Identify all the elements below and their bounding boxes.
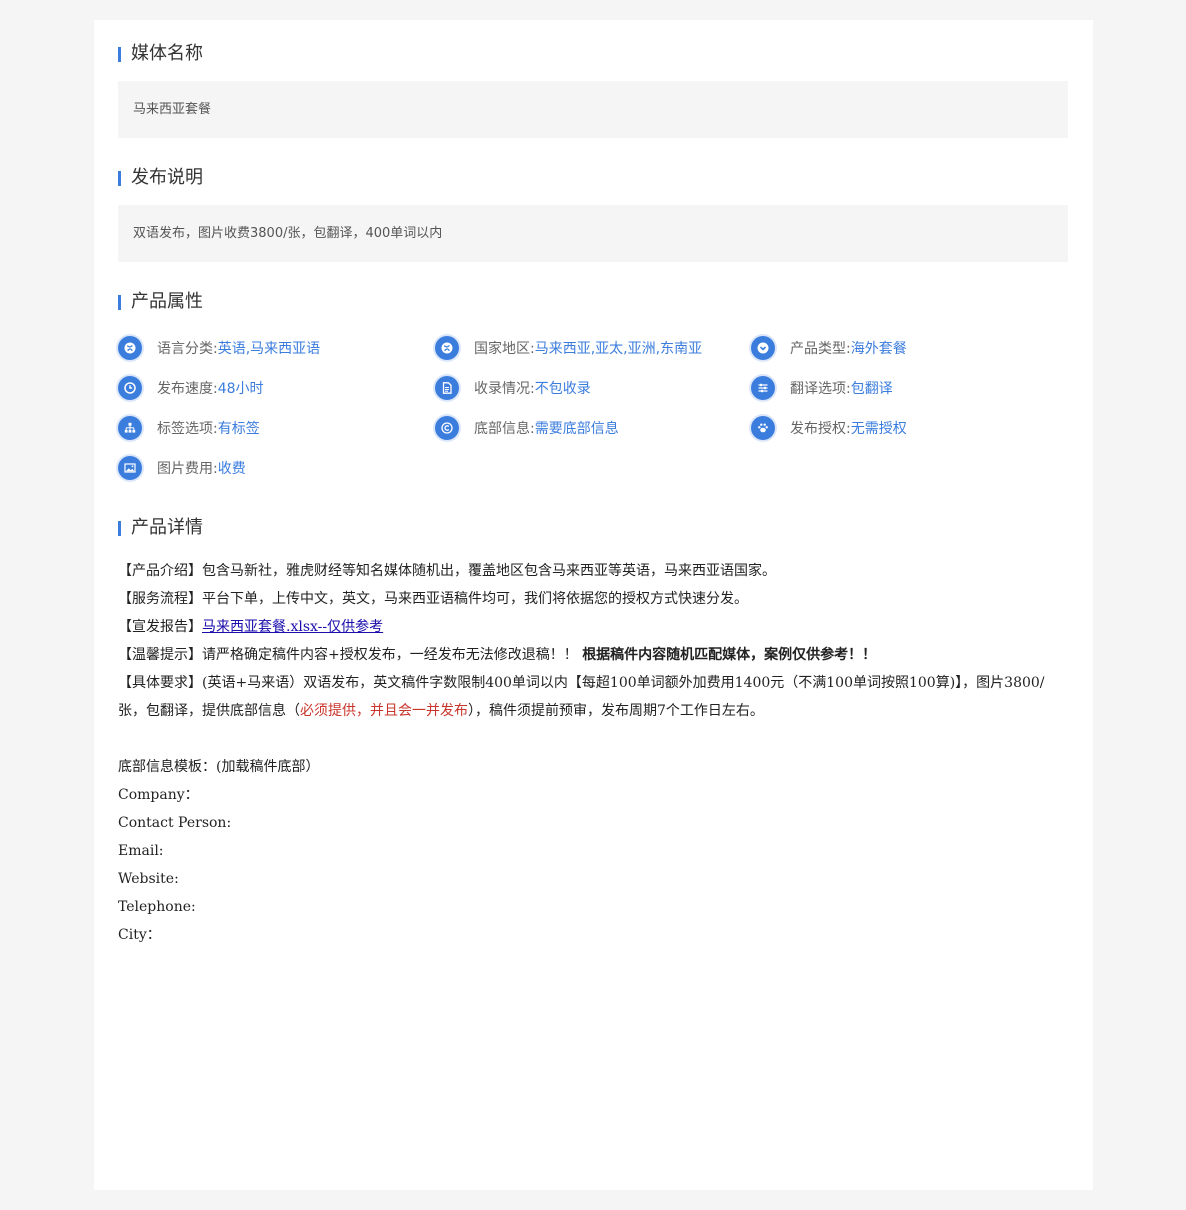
- attr-value: 不包收录: [534, 381, 591, 397]
- globe-icon: [118, 336, 142, 360]
- attr-label: 语言分类:: [157, 341, 218, 357]
- details-report: 【宣发报告】马来西亚套餐.xlsx--仅供参考: [118, 613, 1068, 641]
- publish-notes-heading: 发布说明: [118, 167, 203, 189]
- details-heading: 产品详情: [118, 517, 203, 539]
- attr-speed: 发布速度: 48小时: [118, 375, 264, 401]
- attr-indexing: 收录情况: 不包收录: [435, 375, 591, 401]
- attr-value: 48小时: [217, 381, 264, 397]
- attr-label: 产品类型:: [790, 341, 851, 357]
- attr-label: 发布授权:: [790, 421, 851, 437]
- chevron-down-circle-icon: [751, 336, 775, 360]
- req-part2: ），稿件须提前预审，发布周期7个工作日左右。: [468, 703, 764, 719]
- footer-website: Website:: [118, 871, 179, 887]
- sitemap-icon: [118, 416, 142, 440]
- details-intro: 【产品介绍】包含马新社，雅虎财经等知名媒体随机出，覆盖地区包含马来西亚等英语，马…: [118, 563, 776, 579]
- req-red: 必须提供，并且会一并发布: [300, 703, 468, 719]
- details-process: 【服务流程】平台下单，上传中文，英文，马来西亚语稿件均可，我们将依据您的授权方式…: [118, 591, 748, 607]
- attr-label: 标签选项:: [157, 421, 218, 437]
- attr-value: 无需授权: [850, 421, 907, 437]
- footer-company: Company：: [118, 787, 199, 803]
- attr-tags: 标签选项: 有标签: [118, 415, 260, 441]
- details-body: 【产品介绍】包含马新社，雅虎财经等知名媒体随机出，覆盖地区包含马来西亚等英语，马…: [118, 557, 1068, 949]
- attr-language: 语言分类: 英语,马来西亚语: [118, 335, 320, 361]
- footer-template-label: 底部信息模板：(加载稿件底部）: [118, 759, 320, 775]
- tips-prefix: 【温馨提示】请严格确定稿件内容+授权发布，一经发布无法修改退稿！！: [118, 647, 578, 663]
- copyright-icon: [435, 416, 459, 440]
- attr-label: 翻译选项:: [790, 381, 851, 397]
- attr-value: 需要底部信息: [534, 421, 619, 437]
- details-tips: 【温馨提示】请严格确定稿件内容+授权发布，一经发布无法修改退稿！！ 根据稿件内容…: [118, 641, 1068, 669]
- attr-value: 包翻译: [850, 381, 893, 397]
- media-name-value: 马来西亚套餐: [118, 81, 1068, 138]
- media-name-heading: 媒体名称: [118, 43, 203, 65]
- clock-icon: [118, 376, 142, 400]
- sliders-icon: [751, 376, 775, 400]
- attr-authorization: 发布授权: 无需授权: [751, 415, 907, 441]
- attr-label: 收录情况:: [474, 381, 535, 397]
- footer-contact: Contact Person:: [118, 815, 232, 831]
- attr-footer-info: 底部信息: 需要底部信息: [435, 415, 619, 441]
- attr-label: 国家地区:: [474, 341, 535, 357]
- attributes-heading: 产品属性: [118, 291, 203, 313]
- attr-translation: 翻译选项: 包翻译: [751, 375, 893, 401]
- publish-notes-value: 双语发布，图片收费3800/张，包翻译，400单词以内: [118, 205, 1068, 262]
- footer-telephone: Telephone:: [118, 899, 196, 915]
- attr-region: 国家地区: 马来西亚,亚太,亚洲,东南亚: [435, 335, 702, 361]
- footer-city: City：: [118, 927, 161, 943]
- attr-value: 有标签: [217, 421, 260, 437]
- image-icon: [118, 456, 142, 480]
- attr-label: 图片费用:: [157, 461, 218, 477]
- attr-value: 英语,马来西亚语: [217, 341, 321, 357]
- report-download-link[interactable]: 马来西亚套餐.xlsx--仅供参考: [202, 619, 383, 635]
- attr-value: 马来西亚,亚太,亚洲,东南亚: [534, 341, 703, 357]
- paw-icon: [751, 416, 775, 440]
- details-requirements: 【具体要求】(英语+马来语）双语发布，英文稿件字数限制400单词以内【每超100…: [118, 669, 1068, 725]
- tips-bold: 根据稿件内容随机匹配媒体，案例仅供参考！！: [582, 647, 877, 663]
- attr-value: 海外套餐: [850, 341, 907, 357]
- product-card: 媒体名称 马来西亚套餐 发布说明 双语发布，图片收费3800/张，包翻译，400…: [94, 20, 1093, 1190]
- attr-label: 发布速度:: [157, 381, 218, 397]
- attr-label: 底部信息:: [474, 421, 535, 437]
- attr-product-type: 产品类型: 海外套餐: [751, 335, 907, 361]
- globe-icon: [435, 336, 459, 360]
- report-prefix: 【宣发报告】: [118, 619, 202, 635]
- document-icon: [435, 376, 459, 400]
- attr-image-fee: 图片费用: 收费: [118, 455, 246, 481]
- footer-email: Email:: [118, 843, 164, 859]
- attr-value: 收费: [217, 461, 246, 477]
